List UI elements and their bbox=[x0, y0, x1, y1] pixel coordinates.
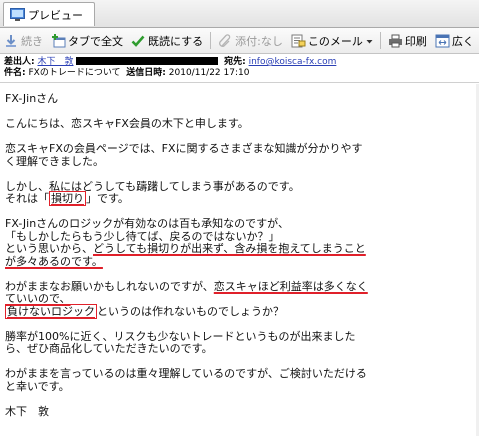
signature: 木下 敦 bbox=[5, 404, 49, 418]
doubt-quote: 「もしかしたらもう少し待てば、戻るのではないか？」 bbox=[5, 229, 280, 243]
quote-close: 」です。 bbox=[86, 192, 129, 205]
forward-tab-button[interactable]: タブで全文 bbox=[47, 30, 127, 52]
request-suffix: というのは作れないものでしょうか？ bbox=[97, 304, 284, 318]
paragraph-winrate: 勝率が100%に近く、リスクも少ないトレードというものが出来ましたら、ぜひ商品化… bbox=[5, 329, 356, 355]
message-body: FX-Jinさん こんにちは、恋スキャFX会員の木下と申します。 恋スキャFXの… bbox=[5, 92, 373, 431]
from-line: 差出人: 木下 敦 宛先: info@koisca-fx.com bbox=[4, 57, 476, 67]
print-button[interactable]: 印刷 bbox=[384, 30, 431, 52]
printer-icon bbox=[388, 34, 402, 48]
greeting: FX-Jinさん bbox=[5, 92, 59, 105]
mail-document-icon bbox=[291, 34, 306, 48]
add-window-icon bbox=[51, 33, 66, 48]
tab-preview[interactable]: プレビュー bbox=[3, 2, 95, 26]
header-divider bbox=[0, 82, 479, 83]
to-label: 宛先: bbox=[224, 57, 246, 67]
monitor-icon bbox=[10, 7, 25, 22]
tab-bar: プレビュー bbox=[0, 0, 479, 28]
checkmark-icon bbox=[131, 34, 145, 48]
thought-prefix: という思いから、 bbox=[5, 242, 93, 255]
from-name[interactable]: 木下 敦 bbox=[37, 57, 73, 67]
continue-button[interactable]: 続き bbox=[0, 30, 47, 52]
attachment-button[interactable]: 添付:なし bbox=[214, 30, 287, 52]
paragraph-logic: FX-Jinさんのロジックが有効なのは百も承知なのですが、 「もしかしたらもう少… bbox=[5, 217, 373, 268]
dropdown-arrow-icon bbox=[366, 34, 373, 48]
expand-window-icon bbox=[435, 34, 450, 48]
mark-read-button[interactable]: 既読にする bbox=[127, 30, 207, 52]
toolbar-divider bbox=[210, 32, 212, 49]
request-prefix: わがままなお願いかもしれないのですが、 bbox=[5, 279, 214, 293]
paragraph-understanding: 恋スキャFXの会員ページでは、FXに関するさまざまな知識が分かりやすく理解できま… bbox=[5, 142, 363, 168]
logic-line: FX-Jinさんのロジックが有効なのは百も承知なのですが、 bbox=[5, 217, 289, 230]
tab-title: プレビュー bbox=[28, 8, 83, 22]
subject-label: 件名: bbox=[4, 68, 26, 78]
redacted-address bbox=[76, 57, 219, 65]
sent-date: 2010/11/22 17:10 bbox=[168, 68, 250, 78]
subject-line: 件名: FXのトレードについて 送信日時: 2010/11/22 17:10 bbox=[4, 68, 476, 78]
toolbar: 続き タブで全文 既読にする 添付:なし このメール 印刷 広く bbox=[0, 28, 479, 54]
paragraph-hesitation: しかし、私にはどうしても躊躇してしまう事があるのです。 それは「 損切り 」です。 bbox=[5, 180, 373, 206]
highlight-no-lose-logic: 負けないロジック bbox=[5, 303, 97, 319]
wide-view-button[interactable]: 広く bbox=[431, 30, 478, 52]
highlight-loss-cut: 損切り bbox=[49, 191, 86, 206]
subject-text: FXのトレードについて bbox=[28, 68, 121, 78]
from-label: 差出人: bbox=[4, 57, 35, 67]
download-arrow-icon bbox=[4, 34, 18, 48]
to-address[interactable]: info@koisca-fx.com bbox=[249, 57, 337, 67]
paragraph-request: わがままなお願いかもしれないのですが、恋スキャほど利益率は多くなくていいので、 … bbox=[5, 279, 373, 319]
this-mail-menu[interactable]: このメール bbox=[287, 30, 377, 52]
quote-open: それは「 bbox=[5, 192, 49, 205]
paperclip-icon bbox=[218, 33, 232, 48]
toolbar-divider bbox=[379, 32, 381, 49]
paragraph-intro: こんにちは、恋スキャFX会員の木下と申します。 bbox=[5, 117, 249, 130]
paragraph-closing: わがままを言っているのは重々理解しているのですが、ご検討いただけると幸いです。 bbox=[5, 367, 367, 393]
sent-label: 送信日時: bbox=[126, 68, 166, 78]
